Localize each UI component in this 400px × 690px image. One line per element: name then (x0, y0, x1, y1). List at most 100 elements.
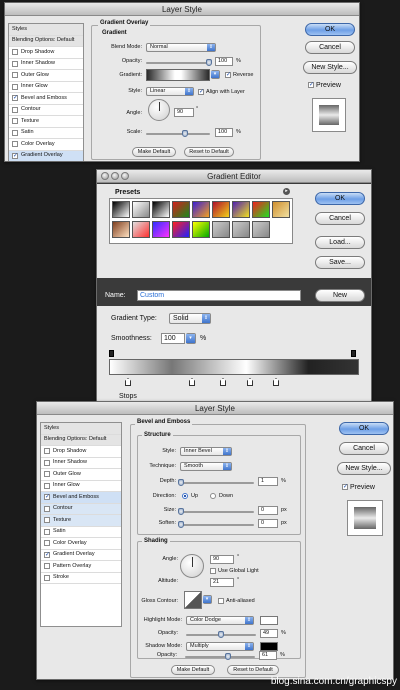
sidebar-item[interactable]: Inner Shadow (41, 458, 121, 469)
sidebar-item[interactable]: Inner Glow (9, 82, 83, 93)
new-button[interactable]: New (315, 289, 365, 302)
name-input[interactable]: Custom (137, 290, 301, 301)
align-with-layer-checkbox[interactable] (198, 89, 204, 95)
sidebar-checkbox[interactable] (44, 482, 50, 489)
highlight-color-swatch[interactable] (260, 616, 278, 625)
preset-gradient-swatch[interactable] (112, 201, 130, 218)
shadow-opacity-field[interactable]: 61 (259, 651, 277, 660)
soften-slider[interactable] (178, 521, 254, 528)
sidebar-checkbox[interactable] (12, 60, 18, 67)
sidebar-checkbox[interactable] (12, 95, 18, 102)
opacity-stop-left[interactable] (109, 350, 114, 357)
slider-thumb[interactable] (182, 130, 188, 137)
shadow-mode-select[interactable]: Multiply ⇕ (186, 642, 254, 651)
down-radio[interactable] (210, 493, 216, 499)
sidebar-checkbox[interactable] (44, 448, 50, 455)
sidebar-item[interactable]: Bevel and Emboss (9, 93, 83, 105)
gloss-contour-dropdown[interactable]: ▾ (203, 595, 212, 604)
preset-gradient-swatch[interactable] (212, 221, 230, 238)
make-default-button[interactable]: Make Default (132, 147, 176, 157)
gradient-bar[interactable] (109, 359, 359, 375)
sidebar-item[interactable]: Texture (9, 116, 83, 128)
opacity-slider[interactable] (146, 59, 212, 66)
size-field[interactable]: 0 (258, 506, 278, 515)
sidebar-item[interactable]: Pattern Overlay (41, 561, 121, 573)
preset-gradient-swatch[interactable] (192, 221, 210, 238)
sidebar-item[interactable]: Gradient Overlay (41, 550, 121, 561)
slider-thumb[interactable] (178, 521, 184, 528)
highlight-opacity-field[interactable]: 49 (260, 629, 278, 638)
sidebar-checkbox[interactable] (12, 72, 18, 79)
sidebar-item[interactable]: Blending Options: Default (9, 35, 83, 47)
presets-menu-icon[interactable]: ▸ (283, 188, 290, 195)
style-select[interactable]: Inner Bevel ⇕ (180, 447, 232, 456)
sidebar-checkbox[interactable] (44, 471, 50, 478)
gloss-contour-thumbnail[interactable] (184, 591, 202, 609)
anti-aliased-checkbox[interactable] (218, 598, 224, 604)
preview-checkbox[interactable] (308, 82, 314, 88)
sidebar-item[interactable]: Drop Shadow (9, 47, 83, 59)
sidebar-item[interactable]: Gradient Overlay (9, 150, 83, 161)
sidebar-checkbox[interactable] (44, 574, 50, 581)
scale-field[interactable]: 100 (215, 128, 233, 137)
sidebar-item[interactable]: Bevel and Emboss (41, 492, 121, 504)
sidebar-checkbox[interactable] (12, 83, 18, 90)
reset-to-default-button[interactable]: Reset to Default (184, 147, 234, 157)
cancel-button[interactable]: Cancel (339, 442, 389, 455)
ok-button[interactable]: OK (339, 422, 389, 435)
preset-gradient-swatch[interactable] (192, 201, 210, 218)
angle-field[interactable]: 90 (174, 108, 194, 117)
sidebar-item[interactable]: Color Overlay (9, 139, 83, 151)
preset-gradient-swatch[interactable] (132, 201, 150, 218)
sidebar-checkbox[interactable] (12, 106, 18, 113)
altitude-field[interactable]: 21 (210, 578, 234, 587)
shadow-color-swatch[interactable] (260, 642, 278, 651)
smoothness-field[interactable]: 100 (161, 333, 185, 344)
preset-gradient-swatch[interactable] (152, 201, 170, 218)
highlight-opacity-slider[interactable] (186, 631, 256, 638)
reset-to-default-button[interactable]: Reset to Default (227, 665, 279, 675)
preset-gradient-swatch[interactable] (152, 221, 170, 238)
preview-checkbox[interactable] (342, 484, 348, 490)
sidebar-checkbox[interactable] (44, 540, 50, 547)
smoothness-dropdown[interactable]: ▾ (186, 333, 196, 344)
scale-slider[interactable] (146, 130, 210, 137)
shadow-opacity-slider[interactable] (185, 653, 255, 660)
preset-gradient-swatch[interactable] (232, 221, 250, 238)
cancel-button[interactable]: Cancel (315, 212, 365, 225)
depth-field[interactable]: 1 (258, 477, 278, 486)
preset-gradient-swatch[interactable] (212, 201, 230, 218)
sidebar-item[interactable]: Inner Shadow (9, 59, 83, 70)
sidebar-checkbox[interactable] (12, 49, 18, 56)
depth-slider[interactable] (178, 479, 254, 486)
angle-dial[interactable] (148, 99, 170, 121)
slider-thumb[interactable] (178, 508, 184, 515)
sidebar-item[interactable]: Outer Glow (41, 469, 121, 481)
size-slider[interactable] (178, 508, 254, 515)
preset-gradient-swatch[interactable] (252, 221, 270, 238)
sidebar-checkbox[interactable] (44, 517, 50, 524)
highlight-mode-select[interactable]: Color Dodge ⇕ (186, 616, 254, 625)
preset-gradient-swatch[interactable] (252, 201, 270, 218)
minimize-icon[interactable] (111, 172, 119, 180)
sidebar-checkbox[interactable] (44, 494, 50, 501)
zoom-icon[interactable] (121, 172, 129, 180)
sidebar-item[interactable]: Inner Glow (41, 481, 121, 492)
cancel-button[interactable]: Cancel (305, 41, 355, 54)
slider-thumb[interactable] (218, 631, 224, 638)
make-default-button[interactable]: Make Default (171, 665, 215, 675)
sidebar-checkbox[interactable] (12, 118, 18, 125)
opacity-field[interactable]: 100 (215, 57, 233, 66)
preset-gradient-swatch[interactable] (132, 221, 150, 238)
slider-thumb[interactable] (225, 653, 231, 660)
sidebar-item[interactable]: Satin (9, 128, 83, 139)
new-style-button[interactable]: New Style... (303, 61, 357, 74)
sidebar-item[interactable]: Blending Options: Default (41, 434, 121, 446)
sidebar-checkbox[interactable] (44, 459, 50, 466)
sidebar-item[interactable]: Drop Shadow (41, 446, 121, 458)
save-button[interactable]: Save... (315, 256, 365, 269)
up-radio[interactable] (182, 493, 188, 499)
preset-gradient-swatch[interactable] (232, 201, 250, 218)
style-select[interactable]: Linear ⇕ (146, 87, 194, 96)
sidebar-item[interactable]: Stroke (41, 573, 121, 584)
